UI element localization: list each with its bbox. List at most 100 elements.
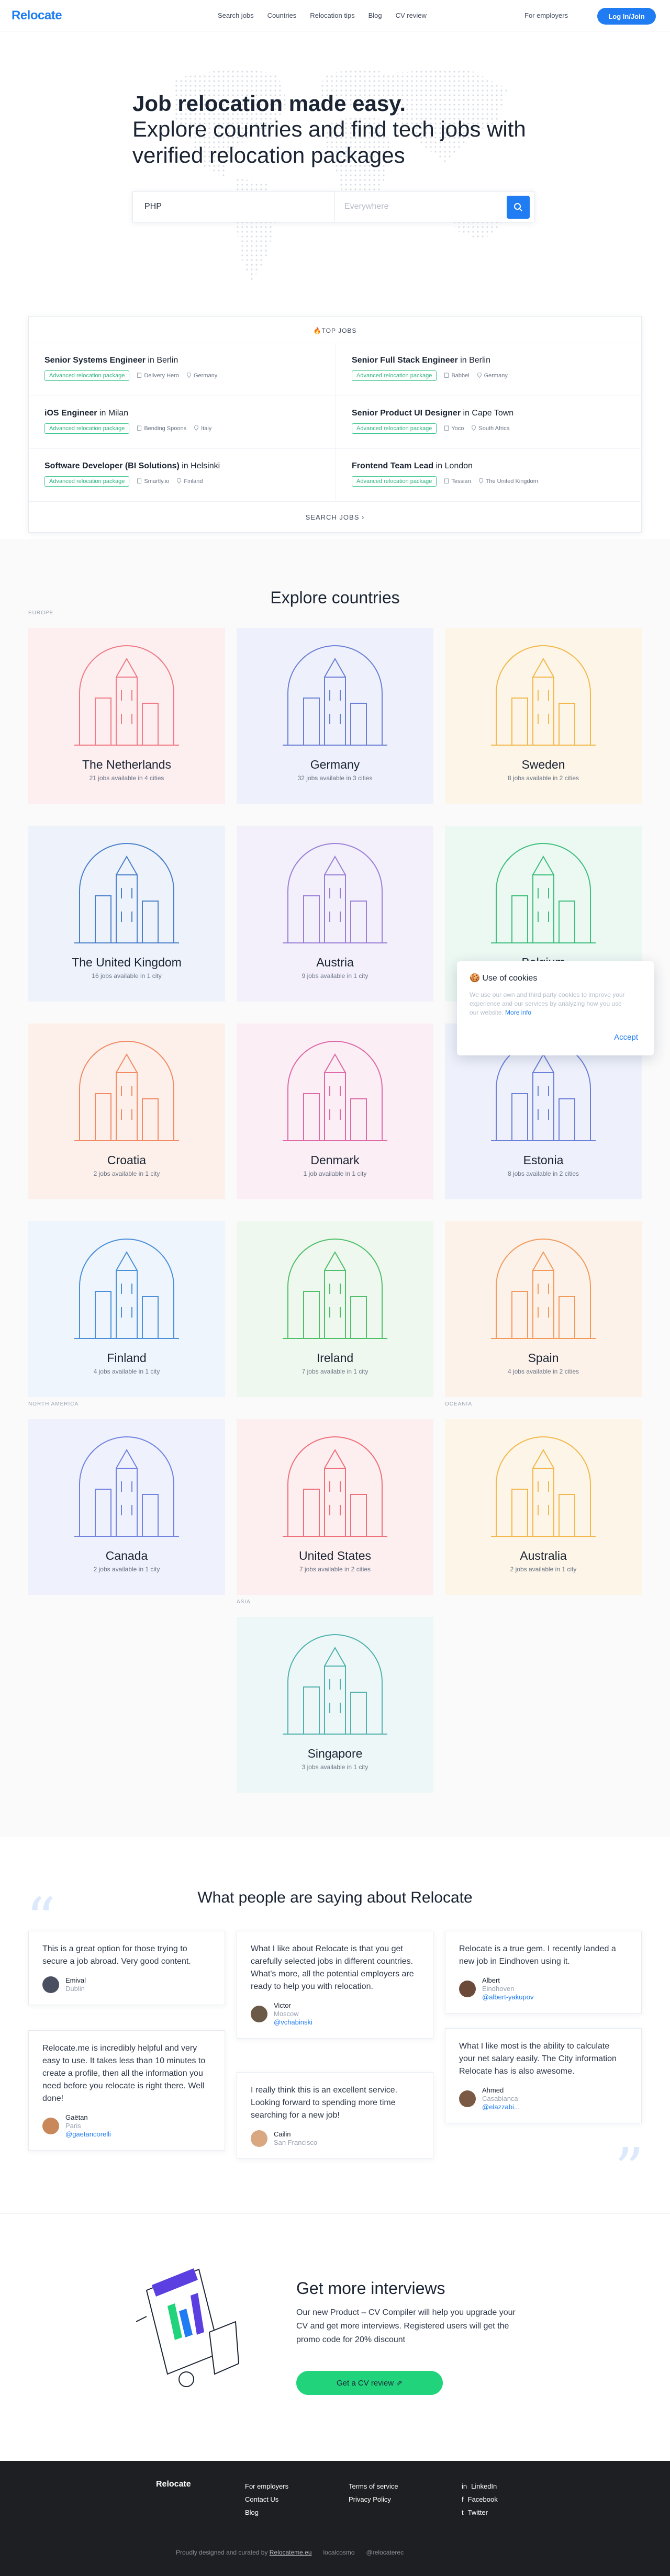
country-card-sweden[interactable]: Sweden 8 jobs available in 2 cities	[445, 628, 642, 804]
job-city: Helsinki	[191, 462, 220, 470]
nav-search-jobs[interactable]: Search jobs	[218, 12, 254, 19]
job-title[interactable]: Software Developer (BI Solutions)	[44, 462, 180, 470]
building-icon	[137, 373, 142, 378]
country-card-croatia[interactable]: Croatia 2 jobs available in 1 city	[28, 1023, 225, 1199]
nav-relocation-tips[interactable]: Relocation tips	[310, 12, 354, 19]
footer-facebook[interactable]: Facebook	[468, 2493, 498, 2506]
author-handle[interactable]: @elazzabi...	[482, 2103, 520, 2111]
country-name: Croatia	[107, 1153, 147, 1167]
country-card-spain[interactable]: Spain 4 jobs available in 2 cities	[445, 1221, 642, 1397]
nav-cv-review[interactable]: CV review	[396, 12, 427, 19]
singapore-illustration	[283, 1634, 387, 1735]
avatar	[459, 2090, 476, 2107]
avatar	[251, 2130, 267, 2147]
country-card-austria[interactable]: Austria 9 jobs available in 1 city	[237, 826, 433, 1002]
croatia-illustration	[74, 1041, 179, 1141]
job-title[interactable]: iOS Engineer	[44, 409, 97, 418]
footer-col-social: in LinkedIn f Facebook t Twitter	[462, 2480, 498, 2519]
country-card-germany[interactable]: Germany 32 jobs available in 3 cities	[237, 628, 433, 804]
job-card[interactable]: Senior Full Stack Engineer in Berlin Adva…	[336, 343, 642, 396]
germany-illustration	[283, 645, 387, 746]
country-name: Sweden	[521, 758, 565, 771]
keyword-input[interactable]	[133, 192, 335, 222]
nav-blog[interactable]: Blog	[368, 12, 382, 19]
author-city: San Francisco	[274, 2139, 318, 2146]
cookie-banner: 🍪 Use of cookies We use our own and thir…	[457, 961, 654, 1055]
search-button[interactable]	[507, 196, 530, 219]
footer-blog[interactable]: Blog	[245, 2508, 259, 2516]
country-job-count: 21 jobs available in 4 cities	[89, 774, 164, 782]
author-handle[interactable]: @albert-yakupov	[482, 1993, 533, 2001]
country-name: Australia	[520, 1549, 567, 1562]
author-handle[interactable]: @gaetancorelli	[65, 2130, 111, 2139]
footer-col-2: Terms of service Privacy Policy	[349, 2480, 398, 2506]
job-card[interactable]: Software Developer (BI Solutions) in Hel…	[29, 449, 336, 502]
nav-for-employers[interactable]: For employers	[524, 12, 568, 19]
country-job-count: 8 jobs available in 2 cities	[507, 774, 579, 782]
search-icon	[514, 203, 522, 211]
country-card-finland[interactable]: Finland 4 jobs available in 1 city	[28, 1221, 225, 1397]
country-card-denmark[interactable]: Denmark 1 job available in 1 city	[237, 1023, 433, 1199]
footer-privacy[interactable]: Privacy Policy	[349, 2495, 391, 2503]
search-jobs-link[interactable]: SEARCH JOBS ›	[29, 513, 641, 521]
job-title[interactable]: Senior Systems Engineer	[44, 356, 146, 365]
footer-logo[interactable]: Relocate	[156, 2480, 191, 2489]
testimonial-text: What I like most is the ability to calcu…	[459, 2042, 617, 2076]
country-card-the-united-kingdom[interactable]: The United Kingdom 16 jobs available in 1…	[28, 826, 225, 1002]
country-name: United States	[298, 1549, 372, 1562]
job-title[interactable]: Frontend Team Lead	[352, 462, 433, 470]
job-card[interactable]: Senior Product UI Designer in Cape Town A…	[336, 396, 642, 449]
login-button[interactable]: Log In/Join	[597, 8, 656, 25]
testimonial-card: I really think this is an excellent serv…	[237, 2072, 433, 2159]
job-meta: Advanced relocation package Delivery Hero…	[44, 370, 320, 381]
footer-contact-us[interactable]: Contact Us	[245, 2495, 278, 2503]
cookie-accept-button[interactable]: Accept	[614, 1033, 638, 1042]
avatar	[42, 1976, 59, 1993]
sweden-illustration	[491, 645, 596, 746]
author-city: Moscow	[274, 2010, 299, 2018]
job-card[interactable]: Senior Systems Engineer in Berlin Advance…	[29, 343, 336, 396]
job-title[interactable]: Senior Full Stack Engineer	[352, 356, 458, 365]
logo[interactable]: Relocate	[12, 8, 62, 23]
partner-relocaterec[interactable]: @relocaterec	[366, 2549, 404, 2556]
job-title[interactable]: Senior Product UI Designer	[352, 409, 461, 418]
job-title-line: Senior Product UI Designer in Cape Town	[352, 409, 514, 418]
location-pin-icon	[477, 373, 482, 378]
country-name: The Netherlands	[82, 758, 172, 771]
footer-for-employers[interactable]: For employers	[245, 2482, 288, 2490]
footer-twitter[interactable]: Twitter	[468, 2506, 488, 2519]
external-link-icon: ⇗	[396, 2379, 403, 2388]
relocation-badge: Advanced relocation package	[352, 423, 437, 434]
country-card-singapore[interactable]: Singapore 3 jobs available in 1 city	[237, 1617, 433, 1793]
country-card-canada[interactable]: Canada 2 jobs available in 1 city	[28, 1419, 225, 1595]
job-title-line: Frontend Team Lead in London	[352, 462, 473, 470]
cv-review-button[interactable]: Get a CV review ⇗	[296, 2371, 443, 2395]
country-card-australia[interactable]: Australia 2 jobs available in 1 city	[445, 1419, 642, 1595]
relocation-badge: Advanced relocation package	[44, 476, 130, 487]
avatar	[459, 1981, 476, 1997]
footer-terms[interactable]: Terms of service	[349, 2482, 398, 2490]
job-card[interactable]: Frontend Team Lead in London Advanced rel…	[336, 449, 642, 502]
job-card[interactable]: iOS Engineer in Milan Advanced relocation…	[29, 396, 336, 449]
partner-localcosmo[interactable]: localcosmo	[323, 2549, 355, 2556]
author-name: Albert	[482, 1976, 500, 1984]
footer-linkedin[interactable]: LinkedIn	[471, 2480, 497, 2493]
author-city: Paris	[65, 2122, 81, 2130]
location-pin-icon	[194, 425, 199, 431]
testimonial-text: What I like about Relocate is that you g…	[251, 1944, 414, 1991]
location-input[interactable]	[335, 192, 502, 222]
country-card-the-netherlands[interactable]: The Netherlands 21 jobs available in 4 ci…	[28, 628, 225, 804]
top-jobs-panel: 🔥TOP JOBS Senior Systems Engineer in Ber…	[28, 316, 642, 533]
job-meta: Advanced relocation package Tessian The Un…	[352, 476, 627, 487]
author-handle[interactable]: @vchabinski	[274, 2018, 312, 2027]
credit-link[interactable]: Relocateme.eu	[270, 2549, 312, 2556]
cookie-more-info-link[interactable]: More info	[505, 1009, 531, 1016]
country-job-count: 2 jobs available in 1 city	[93, 1170, 160, 1177]
testimonial-author: Emival Dublin	[42, 1976, 211, 1993]
country-name: The United Kingdom	[72, 955, 182, 969]
author-name: Gaëtan	[65, 2113, 88, 2121]
country-card-ireland[interactable]: Ireland 7 jobs available in 1 city	[237, 1221, 433, 1397]
country-card-united-states[interactable]: United States 7 jobs available in 2 citie…	[237, 1419, 433, 1595]
nav-countries[interactable]: Countries	[267, 12, 297, 19]
country-job-count: 2 jobs available in 1 city	[93, 1566, 160, 1573]
